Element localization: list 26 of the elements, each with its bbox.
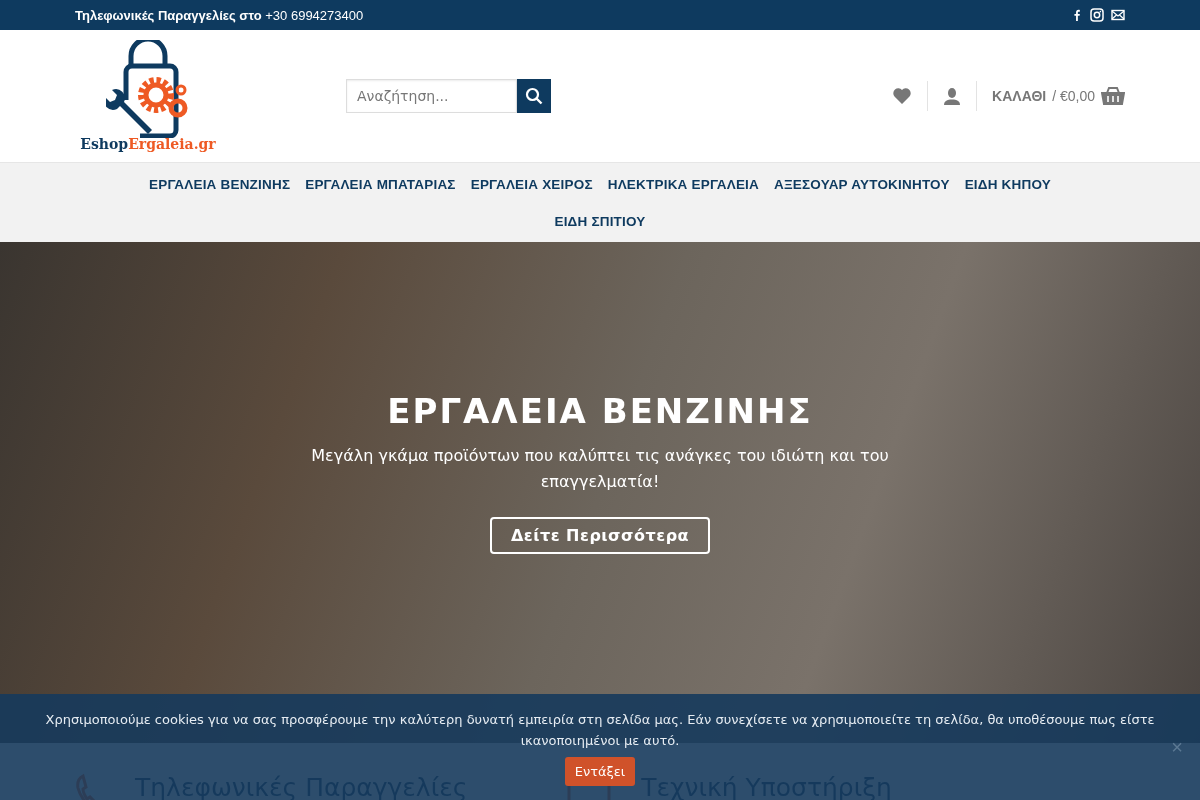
logo-text[interactable]: EshopErgaleia.gr [80, 136, 216, 152]
hero-title: ΕΡΓΑΛΕΙΑ ΒΕΝΖΙΝΗΣ [387, 391, 813, 431]
more-button[interactable]: Δείτε Περισσότερα [489, 517, 711, 554]
phone-order-text: Τηλεφωνικές Παραγγελίες στο +30 6994273400 [75, 7, 364, 23]
search-icon [525, 87, 543, 105]
user-icon[interactable] [943, 87, 962, 105]
nav-link[interactable]: ΕΙΔΗ ΣΠΙΤΙΟΥ [554, 213, 646, 229]
nav-link[interactable]: ΕΡΓΑΛΕΙΑ ΜΠΑΤΑΡΙΑΣ [305, 176, 456, 192]
envelope-icon[interactable] [1111, 8, 1125, 22]
cart-total: / €0,00 [1052, 88, 1095, 104]
search-field[interactable]: Αναζήτηση... [346, 79, 517, 113]
facebook-icon[interactable] [1071, 8, 1083, 22]
logo-bag-gear-icon[interactable] [106, 40, 190, 138]
search-button[interactable] [517, 79, 551, 113]
nav-link[interactable]: ΗΛΕΚΤΡΙΚΑ ΕΡΓΑΛΕΙΑ [607, 176, 759, 192]
nav-link[interactable]: ΕΡΓΑΛΕΙΑ ΧΕΙΡΟΣ [470, 176, 593, 192]
cart-link[interactable]: ΚΑΛΑΘΙ [992, 88, 1047, 104]
accept-button[interactable]: Εντάξει [564, 757, 636, 786]
nav-link[interactable]: ΕΡΓΑΛΕΙΑ ΒΕΝΖΙΝΗΣ [149, 176, 291, 192]
cookie-text: Χρησιμοποιούμε cookies για να σας προσφέρουμε την καλύτερη δυνατή εμπειρία στη σελίδα μας. Εάν συνεχίσετε να χρησιμοποιείτε τη σελίδα, θα υποθέσουμε πως είστε ικανοποιημένοι με αυτό. [44, 711, 1156, 750]
basket-icon[interactable] [1101, 85, 1125, 107]
nav-link[interactable]: ΑΞΕΣΟΥΑΡ ΑΥΤΟΚΙΝΗΤΟΥ [774, 176, 950, 192]
instagram-icon[interactable] [1090, 8, 1104, 22]
hero-text: Μεγάλη γκάμα προϊόντων που καλύπτει τις ανάγκες του ιδιώτη και του επαγγελματία! [310, 445, 890, 493]
nav-link[interactable]: ΕΙΔΗ ΚΗΠΟΥ [964, 176, 1051, 192]
heart-icon[interactable] [892, 86, 913, 106]
